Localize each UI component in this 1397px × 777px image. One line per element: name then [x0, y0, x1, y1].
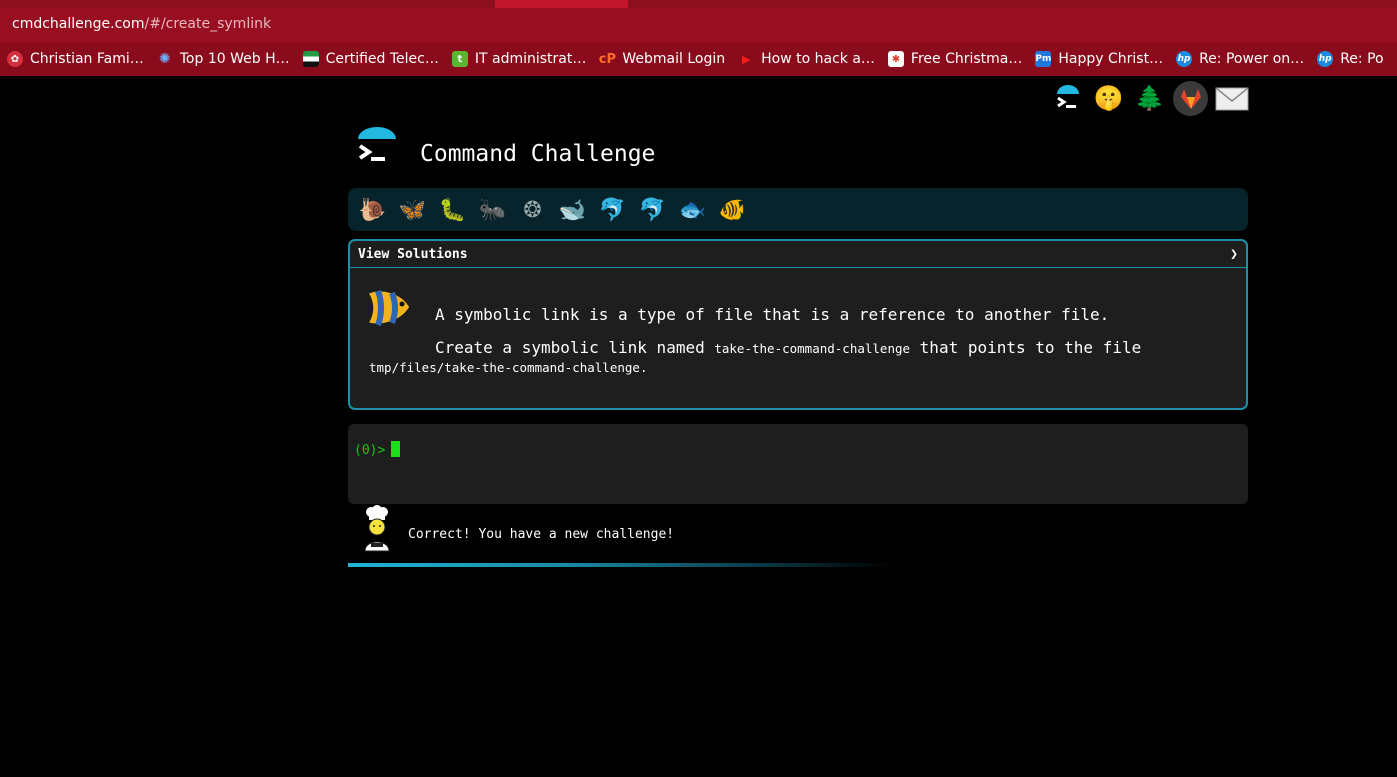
terminal-prompt: (0)> — [354, 441, 401, 458]
terminal-logo-icon[interactable] — [1050, 81, 1085, 116]
url-host: cmdchallenge.com — [12, 16, 145, 32]
bookmark-item[interactable]: ✺ Top 10 Web H… — [157, 51, 290, 67]
cp-icon: cP — [598, 51, 616, 67]
fish-icon[interactable]: 🐟 — [676, 193, 709, 226]
progress-bar — [348, 563, 893, 567]
bookmark-item[interactable]: t IT administrat… — [451, 51, 587, 67]
pm-icon: Pm — [1035, 51, 1052, 67]
terminal-cursor — [391, 441, 401, 457]
dolphin-icon[interactable]: 🐬 — [636, 193, 669, 226]
challenge-description-line3: tmp/files/take-the-command-challenge. — [369, 360, 647, 375]
desc-period: . — [639, 360, 648, 375]
hp-icon: hp — [1317, 51, 1334, 67]
t-icon: t — [451, 51, 468, 67]
gitlab-icon[interactable] — [1173, 81, 1208, 116]
url-path: /#/create_symlink — [144, 16, 272, 32]
flag-icon — [302, 51, 319, 67]
active-tab[interactable] — [495, 0, 628, 8]
challenge-description-line1: A symbolic link is a type of file that i… — [435, 305, 1110, 324]
chevron-right-icon: ❯ — [1230, 246, 1238, 262]
page-content: 🤫 🌲 Command Challenge 🐌 🦋 🐛 🐜 ❂ 🐋 🐬 🐬 🐟 … — [0, 77, 1397, 777]
bookmarks-bar: ✿ Christian Fami… ✺ Top 10 Web H… Certif… — [0, 42, 1397, 76]
bookmark-label: Certified Telec… — [325, 51, 439, 67]
web-icon[interactable]: ❂ — [516, 193, 549, 226]
prompt-text: (0)> — [354, 443, 386, 458]
bookmark-item[interactable]: hp Re: Po — [1317, 51, 1384, 67]
bookmark-item[interactable]: Certified Telec… — [302, 51, 439, 67]
tree-icon[interactable]: 🌲 — [1132, 81, 1167, 116]
shushing-face-icon[interactable]: 🤫 — [1091, 81, 1126, 116]
bookmark-item[interactable]: ▶ How to hack a… — [738, 51, 875, 67]
gear-icon: ✺ — [158, 51, 171, 67]
play-icon: ▶ — [741, 52, 751, 66]
level-bar: 🐌 🦋 🐛 🐜 ❂ 🐋 🐬 🐬 🐟 🐠 — [348, 188, 1248, 231]
desc-text: that points to the file — [919, 338, 1142, 357]
bookmark-label: How to hack a… — [761, 51, 875, 67]
butterfly-icon[interactable]: 🦋 — [396, 193, 429, 226]
bookmark-item[interactable]: ✿ Christian Fami… — [7, 51, 144, 67]
page-title: Command Challenge — [420, 141, 656, 167]
bookmark-item[interactable]: hp Re: Power on… — [1176, 51, 1304, 67]
status-message: Correct! You have a new challenge! — [408, 527, 675, 542]
terminal-logo-icon — [356, 127, 398, 171]
bookmark-label: IT administrat… — [474, 51, 587, 67]
bookmark-item[interactable]: Pm Happy Christ… — [1035, 51, 1163, 67]
bookmark-label: Webmail Login — [622, 51, 726, 67]
dolphin-icon[interactable]: 🐬 — [596, 193, 629, 226]
chef-icon — [360, 505, 394, 553]
tropical-fish-icon — [362, 285, 416, 331]
whale-icon[interactable]: 🐋 — [556, 193, 589, 226]
challenge-description-line2: Create a symbolic link named take-the-co… — [435, 338, 1141, 357]
caterpillar-icon[interactable]: 🐛 — [436, 193, 469, 226]
header-icons: 🤫 🌲 — [1050, 81, 1249, 116]
view-solutions-toggle[interactable]: View Solutions ❯ — [350, 241, 1246, 268]
tab-strip — [0, 0, 1397, 8]
desc-text: Create a symbolic link named — [435, 338, 705, 357]
tropical-fish-icon[interactable]: 🐠 — [716, 193, 749, 226]
ant-icon[interactable]: 🐜 — [476, 193, 509, 226]
symlink-name-code: take-the-command-challenge — [714, 341, 911, 356]
bookmark-item[interactable]: cP Webmail Login — [599, 51, 725, 67]
mail-icon[interactable] — [1214, 81, 1249, 116]
target-path-code: tmp/files/take-the-command-challenge — [369, 360, 640, 375]
bookmark-label: Top 10 Web H… — [179, 51, 290, 67]
snail-icon[interactable]: 🐌 — [356, 193, 389, 226]
bookmark-label: Free Christma… — [910, 51, 1023, 67]
hp-icon: hp — [1176, 51, 1193, 67]
globe-icon: ✿ — [7, 51, 23, 67]
address-bar[interactable]: cmdchallenge.com/#/create_symlink — [0, 8, 1397, 42]
bookmark-label: Happy Christ… — [1058, 51, 1164, 67]
bookmark-label: Re: Power on… — [1199, 51, 1305, 67]
bookmark-label: Christian Fami… — [30, 51, 144, 67]
terminal-input[interactable]: (0)> — [348, 424, 1248, 504]
bookmark-label: Re: Po — [1340, 51, 1384, 67]
ornament-icon: ✱ — [887, 51, 904, 67]
bookmark-item[interactable]: ✱ Free Christma… — [887, 51, 1023, 67]
challenge-panel: View Solutions ❯ A symbolic link is a ty… — [348, 239, 1248, 410]
view-solutions-label: View Solutions — [358, 246, 468, 262]
